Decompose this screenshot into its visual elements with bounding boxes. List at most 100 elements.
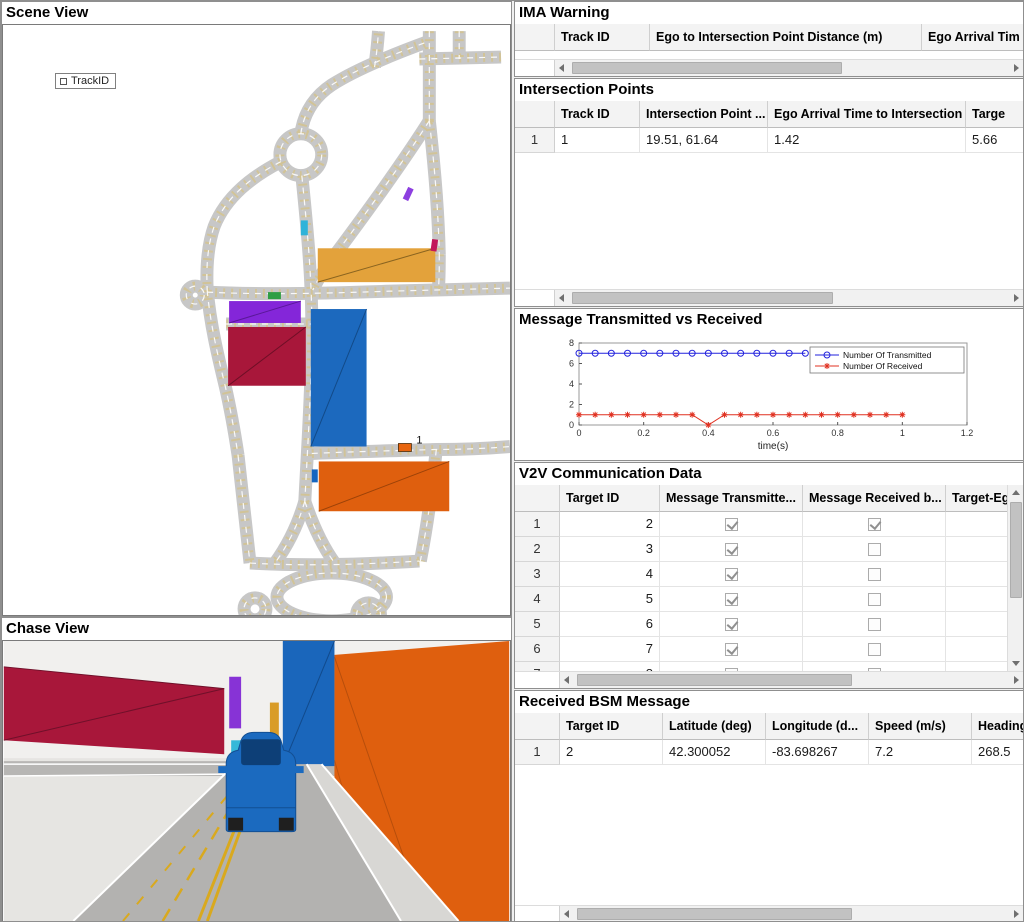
- checkbox-checked-icon[interactable]: [725, 543, 738, 556]
- table-cell: [803, 512, 946, 537]
- table-cell[interactable]: 5: [560, 587, 660, 612]
- row-number[interactable]: 1: [515, 512, 560, 537]
- column-header[interactable]: Ego to Intersection Point Distance (m): [650, 24, 922, 51]
- table-cell[interactable]: 1.42: [768, 128, 966, 153]
- checkbox-unchecked-icon[interactable]: [868, 568, 881, 581]
- column-header[interactable]: Target ID: [560, 485, 660, 512]
- scroll-right-arrow-icon[interactable]: [1007, 906, 1024, 922]
- app-window: Scene View: [0, 0, 1024, 922]
- table-cell: [803, 562, 946, 587]
- checkbox-unchecked-icon[interactable]: [868, 668, 881, 672]
- h-scrollbar-thumb[interactable]: [577, 908, 852, 920]
- checkbox-unchecked-icon[interactable]: [868, 543, 881, 556]
- column-header[interactable]: Track ID: [555, 24, 650, 51]
- row-number[interactable]: 1: [515, 740, 560, 765]
- table-cell[interactable]: 5.66: [966, 128, 1024, 153]
- column-header[interactable]: Message Transmitte...: [660, 485, 803, 512]
- table-cell[interactable]: 7: [560, 637, 660, 662]
- table-cell[interactable]: 42.300052: [663, 740, 766, 765]
- row-number[interactable]: 2: [515, 537, 560, 562]
- row-number[interactable]: 3: [515, 562, 560, 587]
- row-header-corner[interactable]: [515, 101, 555, 128]
- column-header[interactable]: Longitude (d...: [766, 713, 869, 740]
- table-cell[interactable]: 1: [555, 128, 640, 153]
- x-tick-label: 0.4: [702, 428, 715, 438]
- table-cell[interactable]: 19.51, 61.64: [640, 128, 768, 153]
- table-cell[interactable]: 7.2: [869, 740, 972, 765]
- h-scrollbar-track[interactable]: [572, 60, 1007, 76]
- scroll-left-arrow-icon[interactable]: [555, 60, 572, 77]
- checkbox-unchecked-icon[interactable]: [868, 593, 881, 606]
- checkbox-unchecked-icon[interactable]: [868, 618, 881, 631]
- checkbox-checked-icon[interactable]: [868, 518, 881, 531]
- table-cell[interactable]: 3: [560, 537, 660, 562]
- table-cell[interactable]: 2: [560, 512, 660, 537]
- h-scrollbar-track[interactable]: [577, 672, 1007, 688]
- h-scrollbar-track[interactable]: [572, 290, 1007, 306]
- column-header[interactable]: Ego Arrival Tim: [922, 24, 1024, 51]
- scene-view-canvas[interactable]: 1 TrackID: [2, 24, 511, 616]
- scroll-left-arrow-icon[interactable]: [555, 290, 572, 307]
- scrollbar-corner: [515, 672, 560, 688]
- column-header[interactable]: Track ID: [555, 101, 640, 128]
- scroll-right-arrow-icon[interactable]: [1007, 672, 1024, 689]
- checkbox-unchecked-icon[interactable]: [868, 643, 881, 656]
- table-row: 67: [515, 637, 1024, 662]
- h-scrollbar-thumb[interactable]: [572, 292, 833, 304]
- scroll-left-arrow-icon[interactable]: [560, 672, 577, 689]
- column-header[interactable]: Heading: [972, 713, 1024, 740]
- building-red: [228, 327, 306, 386]
- table-cell[interactable]: 268.5: [972, 740, 1024, 765]
- scene-view-title: Scene View: [2, 2, 511, 24]
- scrollbar-corner: [515, 906, 560, 922]
- x-tick-label: 1.2: [961, 428, 974, 438]
- column-header[interactable]: Latitude (deg): [663, 713, 766, 740]
- checkbox-checked-icon[interactable]: [725, 668, 738, 672]
- received-bsm-panel: Received BSM Message Target IDLatitude (…: [514, 690, 1024, 922]
- column-header[interactable]: Intersection Point ...: [640, 101, 768, 128]
- table-cell[interactable]: 8: [560, 662, 660, 671]
- h-scrollbar-thumb[interactable]: [572, 62, 842, 74]
- row-number[interactable]: 1: [515, 128, 555, 153]
- h-scrollbar-track[interactable]: [577, 906, 1007, 922]
- table-cell[interactable]: 6: [560, 612, 660, 637]
- chart-legend: Number Of TransmittedNumber Of Received: [810, 347, 964, 373]
- chase-view-canvas[interactable]: [2, 640, 511, 922]
- chart-canvas: 00.20.40.60.811.202468time(s)Number Of T…: [515, 331, 1024, 461]
- table-cell[interactable]: 4: [560, 562, 660, 587]
- table-cell[interactable]: -83.698267: [766, 740, 869, 765]
- scene-map[interactable]: 1: [3, 25, 510, 615]
- table-cell: [660, 612, 803, 637]
- scroll-left-arrow-icon[interactable]: [560, 906, 577, 922]
- checkbox-checked-icon[interactable]: [725, 518, 738, 531]
- table-cell: [660, 512, 803, 537]
- row-header-corner[interactable]: [515, 485, 560, 512]
- checkbox-checked-icon[interactable]: [725, 568, 738, 581]
- column-header[interactable]: Speed (m/s): [869, 713, 972, 740]
- v-scrollbar-track[interactable]: [1008, 502, 1024, 654]
- scroll-up-arrow-icon[interactable]: [1008, 485, 1024, 502]
- row-number[interactable]: 4: [515, 587, 560, 612]
- column-header[interactable]: Targe: [966, 101, 1024, 128]
- scroll-right-arrow-icon[interactable]: [1007, 60, 1024, 77]
- ima-warning-table: Track IDEgo to Intersection Point Distan…: [515, 24, 1024, 59]
- column-header[interactable]: Ego Arrival Time to Intersection (s...: [768, 101, 966, 128]
- trackid-legend[interactable]: TrackID: [55, 73, 116, 89]
- row-header-corner[interactable]: [515, 24, 555, 51]
- checkbox-checked-icon[interactable]: [725, 618, 738, 631]
- column-header[interactable]: Target ID: [560, 713, 663, 740]
- row-number[interactable]: 5: [515, 612, 560, 637]
- column-header[interactable]: Message Received b...: [803, 485, 946, 512]
- chase-3d-view[interactable]: [3, 641, 510, 921]
- scroll-down-arrow-icon[interactable]: [1008, 654, 1024, 671]
- table-row: 78: [515, 662, 1024, 671]
- scroll-right-arrow-icon[interactable]: [1007, 290, 1024, 307]
- row-number[interactable]: 6: [515, 637, 560, 662]
- h-scrollbar-thumb[interactable]: [577, 674, 852, 686]
- row-header-corner[interactable]: [515, 713, 560, 740]
- table-cell[interactable]: 2: [560, 740, 663, 765]
- checkbox-checked-icon[interactable]: [725, 593, 738, 606]
- checkbox-checked-icon[interactable]: [725, 643, 738, 656]
- row-number[interactable]: 7: [515, 662, 560, 671]
- v-scrollbar-thumb[interactable]: [1010, 502, 1022, 598]
